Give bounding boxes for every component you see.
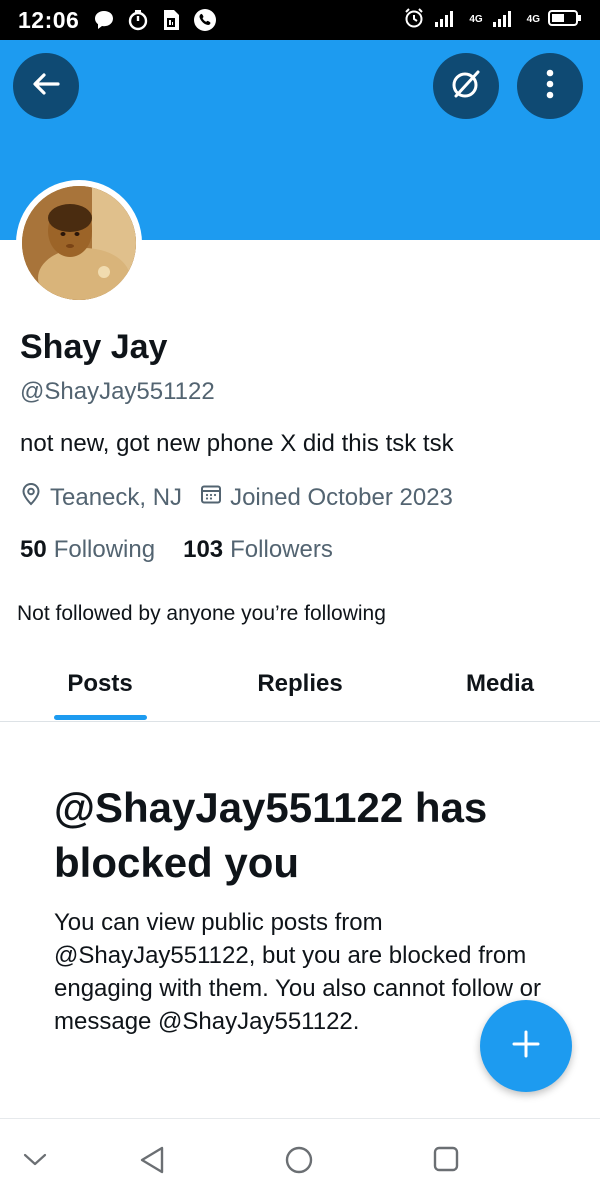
following-count: 50 (20, 536, 47, 563)
joined-text: Joined October 2023 (230, 483, 453, 511)
home-circle-icon[interactable] (284, 1145, 314, 1180)
active-tab-indicator (54, 715, 147, 720)
status-bar: 12:06 4G 4G (0, 0, 600, 40)
display-name: Shay Jay (20, 328, 168, 366)
following-label: Following (53, 536, 156, 563)
followed-by-text: Not followed by anyone you’re following (17, 602, 386, 625)
alarm-icon (403, 7, 425, 34)
profile-bio: not new, got new phone X did this tsk ts… (20, 430, 454, 457)
username-handle: @ShayJay551122 (20, 378, 215, 405)
network-type-label: 4G (469, 14, 483, 25)
back-triangle-icon[interactable] (138, 1145, 166, 1180)
plus-icon (511, 1029, 541, 1064)
status-time: 12:06 (18, 6, 80, 33)
followers-count: 103 (183, 536, 224, 563)
tab-replies[interactable]: Replies (200, 650, 400, 722)
following-link[interactable]: 50 Following (20, 536, 155, 564)
calendar-icon (200, 483, 222, 512)
recents-square-icon[interactable] (432, 1145, 460, 1178)
sim-icon (161, 9, 181, 31)
location: Teaneck, NJ (20, 482, 182, 513)
system-nav-bar (0, 1118, 600, 1200)
compose-fab-button[interactable] (480, 1000, 572, 1092)
more-vertical-icon (545, 68, 555, 105)
follow-stats: 50 Following 103 Followers (20, 536, 361, 564)
signal-icon (433, 7, 461, 34)
tab-label: Media (465, 670, 534, 697)
tab-label: Replies (257, 670, 343, 697)
signal-icon (491, 7, 519, 34)
joined-date: Joined October 2023 (200, 483, 453, 512)
profile-tabs: Posts Replies Media (0, 650, 600, 722)
blocked-title: @ShayJay551122 has blocked you (54, 784, 488, 886)
back-button[interactable] (13, 53, 79, 119)
grok-icon (448, 66, 484, 107)
tab-posts[interactable]: Posts (0, 650, 200, 722)
network-type-label: 4G (526, 14, 540, 25)
arrow-left-icon (30, 68, 62, 105)
location-text: Teaneck, NJ (50, 483, 183, 511)
viber-icon (193, 8, 217, 32)
chevron-down-icon[interactable] (22, 1151, 48, 1172)
grok-button[interactable] (433, 53, 499, 119)
avatar-ring[interactable] (16, 180, 142, 306)
followers-label: Followers (230, 536, 333, 563)
location-pin-icon (20, 482, 42, 513)
timer-icon (127, 9, 149, 31)
blocked-description: You can view public posts from @ShayJay5… (54, 909, 541, 1035)
tab-media[interactable]: Media (400, 650, 600, 722)
avatar (22, 186, 136, 300)
battery-icon (548, 8, 582, 33)
more-options-button[interactable] (517, 53, 583, 119)
profile-meta: Teaneck, NJ Joined October 2023 (20, 482, 471, 513)
chat-bubble-icon (93, 9, 115, 31)
followers-link[interactable]: 103 Followers (183, 536, 333, 564)
